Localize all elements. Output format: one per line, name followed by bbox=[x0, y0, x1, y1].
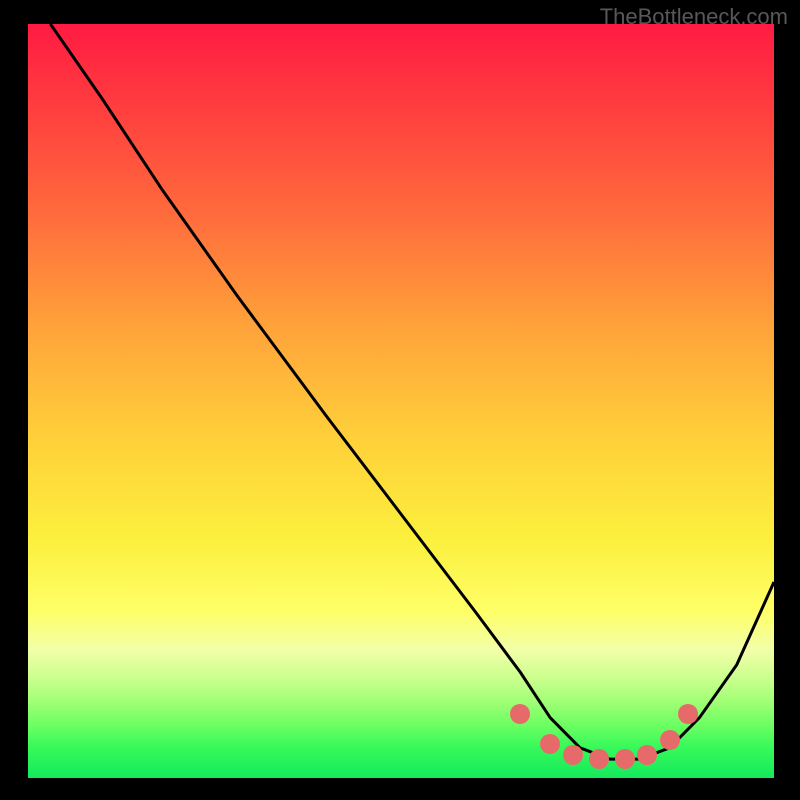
chart-marker bbox=[615, 749, 635, 769]
chart-marker bbox=[510, 704, 530, 724]
chart-marker bbox=[660, 730, 680, 750]
chart-marker bbox=[589, 749, 609, 769]
chart-curve-path bbox=[50, 24, 774, 759]
chart-curve-svg bbox=[28, 24, 774, 778]
chart-plot-area bbox=[28, 24, 774, 778]
chart-marker bbox=[540, 734, 560, 754]
watermark-text: TheBottleneck.com bbox=[600, 4, 788, 30]
chart-marker bbox=[678, 704, 698, 724]
chart-marker bbox=[637, 745, 657, 765]
chart-marker bbox=[563, 745, 583, 765]
